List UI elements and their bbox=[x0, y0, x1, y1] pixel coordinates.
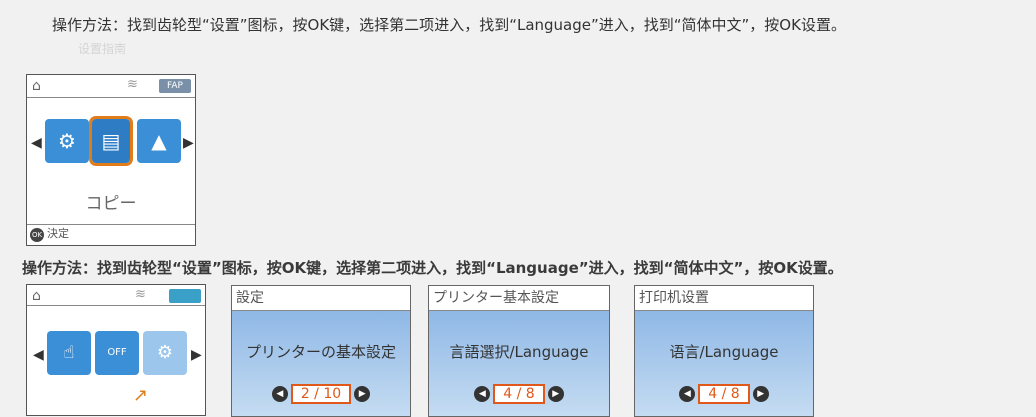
menu-item[interactable]: 语言/Language bbox=[635, 341, 813, 362]
copy-document-icon[interactable]: ▤ bbox=[89, 116, 133, 166]
prev-page-icon[interactable]: ◀ bbox=[679, 385, 696, 402]
screen-title: 設定 bbox=[232, 286, 410, 311]
screen-body: 言語選択/Language ◀ 4 / 8 ▶ bbox=[429, 311, 609, 416]
ok-button-icon: OK bbox=[30, 228, 44, 242]
left-arrow-icon[interactable]: ◀ bbox=[33, 347, 44, 363]
page-indicator: 4 / 8 bbox=[698, 383, 750, 404]
settings-menu-screen: 設定 プリンターの基本設定 ◀ 2 / 10 ▶ bbox=[231, 285, 411, 417]
status-bar: ⌂ ≋ bbox=[27, 285, 205, 306]
prev-page-icon[interactable]: ◀ bbox=[474, 385, 491, 402]
home-icon: ⌂ bbox=[32, 288, 41, 304]
faded-caption: 设置指南 bbox=[78, 42, 127, 56]
printer-screen-settings-icons: ⌂ ≋ ◀ ☝ OFF ⚙ ▶ ↗ bbox=[26, 284, 206, 416]
next-page-icon[interactable]: ▶ bbox=[752, 385, 769, 402]
next-page-icon[interactable]: ▶ bbox=[354, 385, 371, 402]
prev-page-icon[interactable]: ◀ bbox=[271, 385, 288, 402]
page-indicator: 2 / 10 bbox=[290, 383, 352, 404]
printer-basic-settings-screen: プリンター基本設定 言語選択/Language ◀ 4 / 8 ▶ bbox=[428, 285, 610, 417]
printer-settings-chinese-screen: 打印机设置 语言/Language ◀ 4 / 8 ▶ bbox=[634, 285, 814, 417]
touch-hand-icon[interactable]: ☝ bbox=[47, 331, 91, 375]
mode-caption: コピー bbox=[85, 194, 137, 214]
status-tag-icon bbox=[169, 289, 201, 303]
eco-off-icon[interactable]: OFF bbox=[95, 331, 139, 375]
screen-title: プリンター基本設定 bbox=[429, 286, 609, 311]
status-bar: ⌂ ≋ FAP bbox=[27, 75, 195, 98]
pager: ◀ 4 / 8 ▶ bbox=[635, 383, 813, 404]
screen-body: プリンターの基本設定 ◀ 2 / 10 ▶ bbox=[232, 311, 410, 416]
screen-body: 语言/Language ◀ 4 / 8 ▶ bbox=[635, 311, 813, 416]
printer-screen-copy: ⌂ ≋ FAP ◀ ⚙ ▤ ▲ ▶ コピー OK 決定 bbox=[26, 74, 196, 246]
menu-icon-row: ◀ ☝ OFF ⚙ ▶ bbox=[27, 331, 205, 379]
ok-hint-bar: OK 決定 bbox=[27, 224, 195, 245]
right-arrow-icon[interactable]: ▶ bbox=[183, 135, 194, 151]
wifi-settings-icon[interactable]: ⚙ bbox=[45, 119, 89, 163]
wifi-icon: ≋ bbox=[135, 287, 146, 302]
menu-item[interactable]: 言語選択/Language bbox=[429, 341, 609, 362]
next-page-icon[interactable]: ▶ bbox=[547, 385, 564, 402]
pager: ◀ 4 / 8 ▶ bbox=[429, 383, 609, 404]
pager: ◀ 2 / 10 ▶ bbox=[232, 383, 410, 404]
screen-title: 打印机设置 bbox=[635, 286, 813, 311]
off-label: OFF bbox=[107, 347, 127, 358]
page-indicator: 4 / 8 bbox=[493, 383, 545, 404]
left-arrow-icon[interactable]: ◀ bbox=[31, 135, 42, 151]
gear-settings-icon[interactable]: ⚙ bbox=[143, 331, 187, 375]
ok-hint-label: 決定 bbox=[47, 227, 69, 240]
menu-icon-row: ◀ ⚙ ▤ ▲ ▶ bbox=[27, 116, 195, 167]
wifi-icon: ≋ bbox=[127, 77, 138, 92]
instruction-text-bottom: 操作方法：找到齿轮型“设置”图标，按OK键，选择第二项进入，找到“Languag… bbox=[22, 259, 843, 277]
photo-icon[interactable]: ▲ bbox=[137, 119, 181, 163]
home-icon: ⌂ bbox=[32, 78, 41, 94]
instruction-text-top: 操作方法：找到齿轮型“设置”图标，按OK键，选择第二项进入，找到“Languag… bbox=[52, 16, 846, 34]
pointer-arrow-icon: ↗ bbox=[133, 385, 149, 406]
status-tag: FAP bbox=[159, 79, 191, 93]
menu-item[interactable]: プリンターの基本設定 bbox=[232, 341, 410, 362]
right-arrow-icon[interactable]: ▶ bbox=[191, 347, 202, 363]
